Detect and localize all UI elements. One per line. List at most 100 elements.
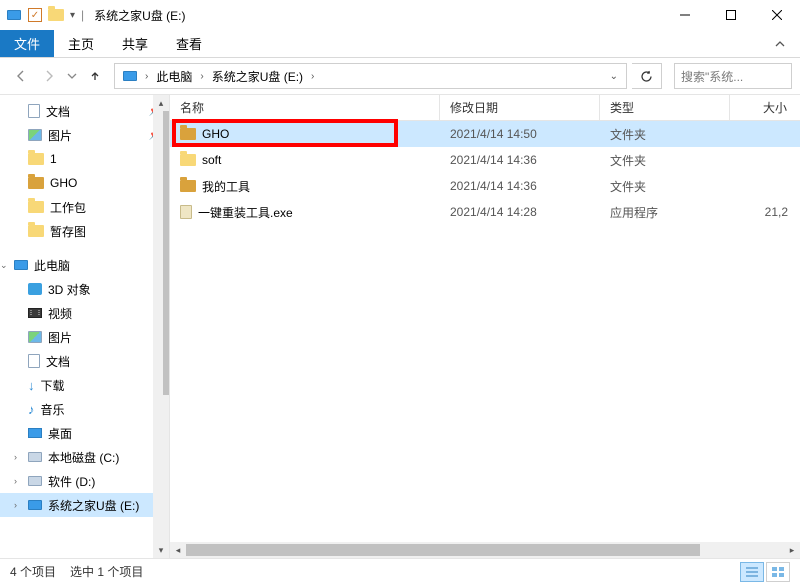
sidebar-item-label: 图片 <box>48 127 72 144</box>
address-root-icon[interactable] <box>119 64 141 88</box>
refresh-button[interactable] <box>632 63 662 89</box>
doc-icon <box>28 104 40 118</box>
sidebar-item[interactable]: 工作包 <box>0 195 169 219</box>
chevron-icon[interactable]: › <box>198 71 205 82</box>
search-input[interactable]: 搜索"系统... <box>674 63 792 89</box>
sidebar-item-label: GHO <box>50 176 77 190</box>
qat-checkbox-icon[interactable]: ✓ <box>28 8 42 22</box>
file-size <box>730 121 800 147</box>
scroll-down-button[interactable]: ▾ <box>153 542 169 558</box>
folder-compressed-icon <box>180 180 196 192</box>
navigation-pane: 文档📌图片📌1GHO工作包暂存图⌄此电脑3D 对象视频图片文档↓下载♪音乐桌面›… <box>0 95 170 558</box>
back-button[interactable] <box>8 63 34 89</box>
address-dropdown[interactable]: ⌄ <box>608 71 622 82</box>
navbar: › 此电脑 › 系统之家U盘 (E:) › ⌄ 搜索"系统... <box>0 58 800 94</box>
sidebar-item-label: 文档 <box>46 103 70 120</box>
sidebar-item-label: 视频 <box>48 305 72 322</box>
tab-home[interactable]: 主页 <box>54 30 108 57</box>
sidebar-item[interactable]: › 软件 (D:) <box>0 469 169 493</box>
sidebar-item[interactable]: ↓下载 <box>0 373 169 397</box>
drive-icon <box>6 7 22 23</box>
sidebar-item[interactable]: 文档 <box>0 349 169 373</box>
title-separator: | <box>75 8 90 22</box>
sidebar-item[interactable]: 图片📌 <box>0 123 169 147</box>
sidebar-item[interactable]: 3D 对象 <box>0 277 169 301</box>
sidebar-item[interactable]: ›本地磁盘 (C:) <box>0 445 169 469</box>
column-type[interactable]: 类型 <box>600 95 730 120</box>
sidebar-item[interactable]: ⌄此电脑 <box>0 253 169 277</box>
pc-icon <box>28 500 42 510</box>
sidebar-item-label: 系统之家U盘 (E:) <box>48 497 139 514</box>
chevron-icon[interactable]: › <box>309 71 316 82</box>
sidebar-item[interactable]: 图片 <box>0 325 169 349</box>
view-details-button[interactable] <box>740 562 764 582</box>
tab-share[interactable]: 共享 <box>108 30 162 57</box>
folder-compressed-icon <box>180 128 196 140</box>
desktop-icon <box>28 428 42 438</box>
file-date: 2021/4/14 14:50 <box>440 121 600 147</box>
content-hscrollbar[interactable]: ◂ ▸ <box>170 542 800 558</box>
sidebar-item[interactable]: GHO <box>0 171 169 195</box>
status-selected: 选中 1 个项目 <box>70 563 157 580</box>
sidebar-item-label: 桌面 <box>48 425 72 442</box>
expand-icon[interactable]: › <box>14 500 17 510</box>
file-row[interactable]: soft2021/4/14 14:36文件夹 <box>170 147 800 173</box>
sidebar-item-label: 3D 对象 <box>48 281 91 298</box>
ribbon-collapse-button[interactable] <box>760 30 800 57</box>
file-type: 文件夹 <box>600 173 730 199</box>
file-name: 一键重装工具.exe <box>198 204 293 221</box>
chevron-icon[interactable]: › <box>143 71 150 82</box>
tab-view[interactable]: 查看 <box>162 30 216 57</box>
recent-locations-button[interactable] <box>64 63 80 89</box>
sidebar-item[interactable]: 视频 <box>0 301 169 325</box>
file-row[interactable]: 我的工具2021/4/14 14:36文件夹 <box>170 173 800 199</box>
sidebar-item-label: 音乐 <box>41 401 65 418</box>
view-thumbnails-button[interactable] <box>766 562 790 582</box>
file-type: 应用程序 <box>600 199 730 225</box>
column-headers: 名称 修改日期 类型 大小 <box>170 95 800 121</box>
column-name[interactable]: 名称 <box>170 95 440 120</box>
sidebar-item[interactable]: 文档📌 <box>0 99 169 123</box>
sidebar-item[interactable]: 1 <box>0 147 169 171</box>
scroll-up-button[interactable]: ▴ <box>153 95 169 111</box>
column-date[interactable]: 修改日期 <box>440 95 600 120</box>
column-size[interactable]: 大小 <box>730 95 800 120</box>
sidebar-item-label: 软件 (D:) <box>48 473 95 490</box>
expand-icon[interactable]: › <box>14 452 17 462</box>
minimize-button[interactable] <box>662 0 708 30</box>
file-size: 21,2 <box>730 199 800 225</box>
folder-icon <box>28 153 44 165</box>
scroll-right-button[interactable]: ▸ <box>784 542 800 558</box>
maximize-button[interactable] <box>708 0 754 30</box>
main-area: 文档📌图片📌1GHO工作包暂存图⌄此电脑3D 对象视频图片文档↓下载♪音乐桌面›… <box>0 94 800 558</box>
img-icon <box>28 129 42 141</box>
file-list: 名称 修改日期 类型 大小 GHO2021/4/14 14:50文件夹soft2… <box>170 95 800 558</box>
address-bar[interactable]: › 此电脑 › 系统之家U盘 (E:) › ⌄ <box>114 63 627 89</box>
exe-icon <box>180 205 192 219</box>
file-type: 文件夹 <box>600 147 730 173</box>
file-row[interactable]: GHO2021/4/14 14:50文件夹 <box>170 121 800 147</box>
tab-file[interactable]: 文件 <box>0 30 54 57</box>
folder-icon <box>180 154 196 166</box>
sidebar-item[interactable]: ♪音乐 <box>0 397 169 421</box>
file-row[interactable]: 一键重装工具.exe2021/4/14 14:28应用程序21,2 <box>170 199 800 225</box>
expand-icon[interactable]: › <box>14 476 17 486</box>
breadcrumb-current[interactable]: 系统之家U盘 (E:) <box>208 64 307 88</box>
sidebar-scrollbar[interactable]: ▴ ▾ <box>153 95 169 558</box>
expand-icon[interactable]: ⌄ <box>0 260 8 271</box>
sidebar-item-label: 图片 <box>48 329 72 346</box>
qat-folder-icon[interactable] <box>48 7 64 23</box>
sidebar-item-label: 1 <box>50 152 57 166</box>
file-name: 我的工具 <box>202 178 250 195</box>
sidebar-item[interactable]: › 系统之家U盘 (E:) <box>0 493 169 517</box>
scroll-left-button[interactable]: ◂ <box>170 542 186 558</box>
breadcrumb-root[interactable]: 此电脑 <box>152 64 196 88</box>
forward-button[interactable] <box>36 63 62 89</box>
sidebar-item[interactable]: 暂存图 <box>0 219 169 243</box>
sidebar-item-label: 文档 <box>46 353 70 370</box>
file-type: 文件夹 <box>600 121 730 147</box>
sidebar-item[interactable]: 桌面 <box>0 421 169 445</box>
img-icon <box>28 331 42 343</box>
up-button[interactable] <box>82 63 108 89</box>
close-button[interactable] <box>754 0 800 30</box>
